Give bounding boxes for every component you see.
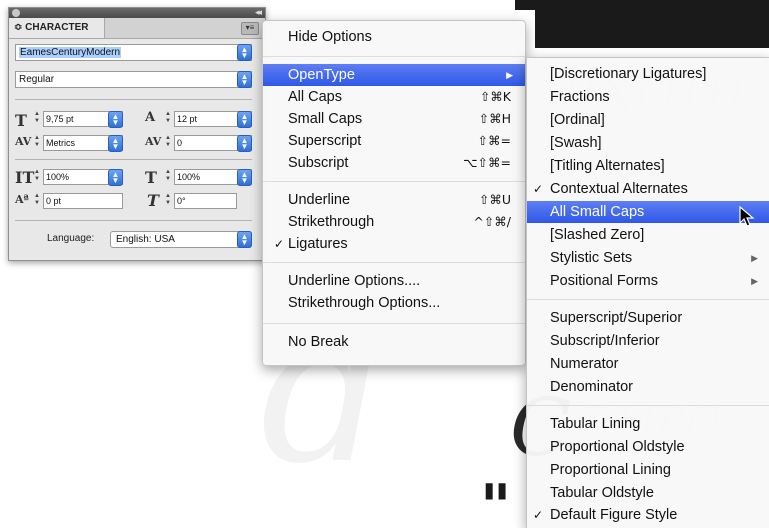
baseline-shift-stepper-icon[interactable]: ▲ ▼: [33, 193, 41, 208]
menu-item-superscript[interactable]: Superscript ⇧⌘=: [263, 130, 525, 152]
mouse-cursor-icon: [739, 206, 755, 227]
leading-input[interactable]: 12 pt ▲ ▼: [174, 111, 252, 128]
divider: [15, 220, 252, 221]
checkmark-icon: ✓: [533, 182, 544, 196]
menu-separator: [527, 405, 769, 406]
submenu-item-ordinal[interactable]: [Ordinal]: [527, 109, 769, 131]
menu-item-no-break[interactable]: No Break: [263, 331, 525, 353]
submenu-item-default-figure-style[interactable]: ✓ Default Figure Style: [527, 504, 769, 526]
horizontal-scale-icon: T: [145, 168, 157, 187]
menu-separator: [263, 323, 525, 324]
submenu-arrow-icon: ▶: [751, 253, 758, 263]
menu-separator: [263, 181, 525, 182]
divider: [15, 159, 252, 160]
menu-item-underline-options[interactable]: Underline Options....: [263, 270, 525, 292]
menu-item-small-caps[interactable]: Small Caps ⇧⌘H: [263, 108, 525, 130]
horizontal-scale-stepper-icon[interactable]: ▲ ▼: [164, 169, 172, 184]
checkmark-icon: ✓: [533, 508, 544, 522]
checkmark-icon: ✓: [274, 237, 285, 251]
submenu-item-tabular-oldstyle[interactable]: Tabular Oldstyle: [527, 482, 769, 504]
kerning-icon: AV: [15, 135, 32, 148]
submenu-item-numerator[interactable]: Numerator: [527, 353, 769, 375]
submenu-item-contextual-alternates[interactable]: ✓ Contextual Alternates: [527, 178, 769, 200]
panel-menu-button[interactable]: ▾≡: [241, 22, 259, 35]
opentype-submenu: [Discretionary Ligatures] Fractions [Ord…: [526, 57, 769, 528]
close-icon[interactable]: [12, 9, 20, 17]
font-size-icon: T: [15, 111, 27, 130]
vertical-scale-input[interactable]: 100% ▲ ▼: [43, 169, 123, 186]
tracking-input[interactable]: 0 ▲ ▼: [174, 135, 252, 152]
language-dropdown-icon[interactable]: ▲ ▼: [237, 231, 252, 248]
tracking-dropdown-icon[interactable]: ▲ ▼: [237, 135, 252, 152]
submenu-item-positional-forms[interactable]: Positional Forms ▶: [527, 270, 769, 292]
font-family-dropdown-icon[interactable]: ▲ ▼: [237, 44, 252, 61]
character-options-menu: Hide Options OpenType ▶ All Caps ⇧⌘K Smal…: [262, 20, 526, 366]
leading-dropdown-icon[interactable]: ▲ ▼: [237, 111, 252, 128]
font-size-input[interactable]: 9,75 pt ▲ ▼: [43, 111, 123, 128]
menu-item-ligatures[interactable]: ✓ Ligatures: [263, 233, 525, 255]
svg-text:": ": [480, 472, 511, 527]
leading-stepper-icon[interactable]: ▲ ▼: [164, 111, 172, 126]
submenu-item-stylistic-sets[interactable]: Stylistic Sets ▶: [527, 247, 769, 269]
horizontal-scale-dropdown-icon[interactable]: ▲ ▼: [237, 169, 252, 186]
submenu-arrow-icon: ▶: [506, 70, 513, 80]
submenu-item-proportional-lining[interactable]: Proportional Lining: [527, 459, 769, 481]
menu-item-opentype[interactable]: OpenType ▶: [263, 64, 525, 86]
tab-character[interactable]: ≎ CHARACTER: [9, 18, 105, 38]
font-style-dropdown-icon[interactable]: ▲ ▼: [237, 71, 252, 88]
leading-icon: A: [145, 110, 156, 125]
menu-item-all-caps[interactable]: All Caps ⇧⌘K: [263, 86, 525, 108]
submenu-item-denominator[interactable]: Denominator: [527, 376, 769, 398]
submenu-item-titling-alternates[interactable]: [Titling Alternates]: [527, 155, 769, 177]
horizontal-scale-input[interactable]: 100% ▲ ▼: [174, 169, 252, 186]
submenu-item-slashed-zero[interactable]: [Slashed Zero]: [527, 224, 769, 246]
tracking-stepper-icon[interactable]: ▲ ▼: [164, 135, 172, 150]
font-style-select[interactable]: Regular ▲ ▼: [15, 71, 252, 88]
menu-item-strikethrough-options[interactable]: Strikethrough Options...: [263, 292, 525, 314]
kerning-dropdown-icon[interactable]: ▲ ▼: [108, 135, 123, 152]
font-size-dropdown-icon[interactable]: ▲ ▼: [108, 111, 123, 128]
collapse-icon[interactable]: ◂◂: [255, 7, 262, 18]
character-panel: ◂◂ ≎ CHARACTER ▾≡ EamesCenturyModern ▲ ▼ …: [8, 7, 266, 261]
submenu-arrow-icon: ▶: [751, 276, 758, 286]
submenu-item-all-small-caps[interactable]: All Small Caps: [527, 201, 769, 223]
menu-separator: [263, 56, 525, 57]
font-size-stepper-icon[interactable]: ▲ ▼: [33, 111, 41, 126]
menu-separator: [527, 299, 769, 300]
skew-stepper-icon[interactable]: ▲ ▼: [164, 193, 172, 208]
submenu-item-proportional-oldstyle[interactable]: Proportional Oldstyle: [527, 436, 769, 458]
baseline-shift-icon: Aª: [15, 193, 29, 206]
submenu-item-fractions[interactable]: Fractions: [527, 86, 769, 108]
tab-toggle-icon: ≎: [14, 22, 26, 33]
submenu-item-subscript-inferior[interactable]: Subscript/Inferior: [527, 330, 769, 352]
panel-titlebar[interactable]: ◂◂: [9, 7, 265, 18]
menu-item-strikethrough[interactable]: Strikethrough ^⇧⌘/: [263, 211, 525, 233]
skew-icon: T: [147, 191, 159, 210]
submenu-item-superscript-superior[interactable]: Superscript/Superior: [527, 307, 769, 329]
kerning-stepper-icon[interactable]: ▲ ▼: [33, 135, 41, 150]
menu-item-hide-options[interactable]: Hide Options: [263, 26, 525, 48]
submenu-item-tabular-lining[interactable]: Tabular Lining: [527, 413, 769, 435]
vertical-scale-stepper-icon[interactable]: ▲ ▼: [33, 169, 41, 184]
panel-tabbar: ≎ CHARACTER ▾≡: [9, 18, 265, 39]
skew-input[interactable]: 0°: [174, 193, 237, 209]
baseline-shift-input[interactable]: 0 pt: [43, 193, 123, 209]
tracking-icon: AV: [145, 135, 162, 148]
menu-item-subscript[interactable]: Subscript ⌥⇧⌘=: [263, 152, 525, 174]
language-label: Language:: [47, 233, 95, 244]
submenu-item-swash[interactable]: [Swash]: [527, 132, 769, 154]
menu-item-underline[interactable]: Underline ⇧⌘U: [263, 189, 525, 211]
font-family-select[interactable]: EamesCenturyModern ▲ ▼: [15, 44, 252, 61]
vertical-scale-dropdown-icon[interactable]: ▲ ▼: [108, 169, 123, 186]
menu-separator: [263, 262, 525, 263]
submenu-item-discretionary-ligatures[interactable]: [Discretionary Ligatures]: [527, 63, 769, 85]
divider: [15, 99, 252, 100]
vertical-scale-icon: IT: [15, 168, 35, 187]
language-select[interactable]: English: USA ▲ ▼: [110, 231, 252, 248]
kerning-input[interactable]: Metrics ▲ ▼: [43, 135, 123, 152]
